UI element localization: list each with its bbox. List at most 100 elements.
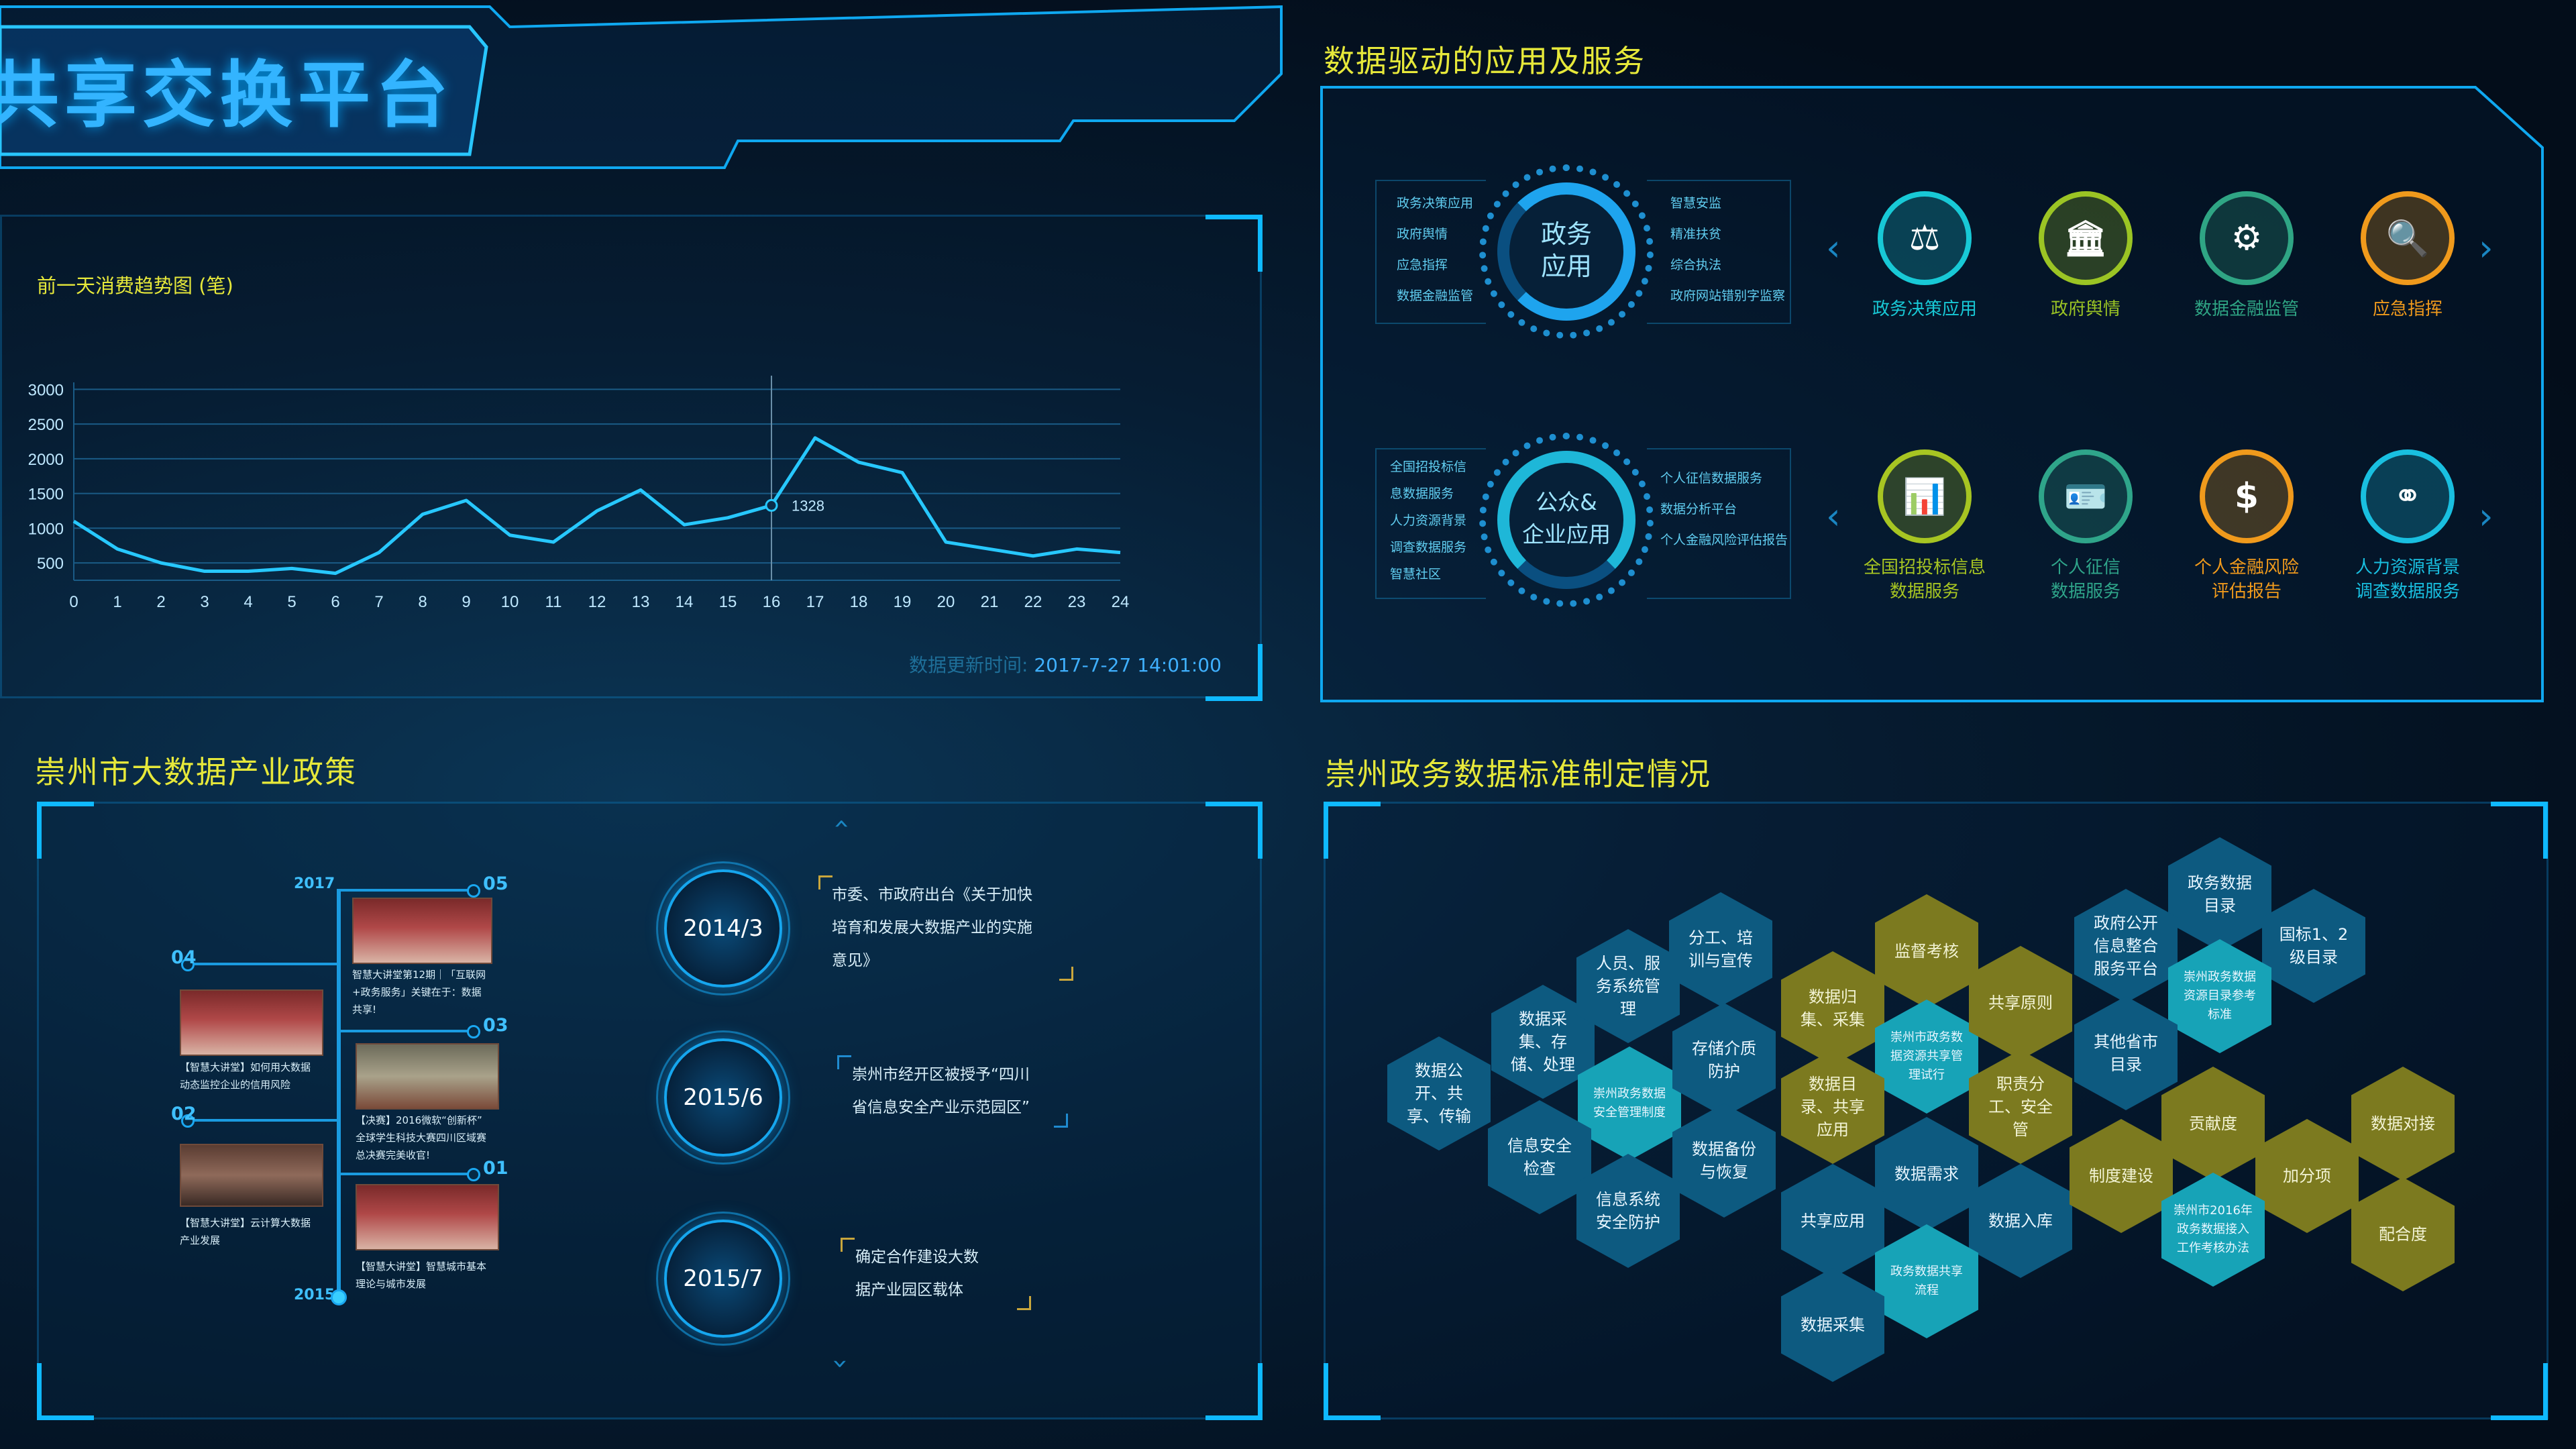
ring2-right-item[interactable]: 个人金融风险评估报告: [1660, 525, 1790, 555]
app-item[interactable]: ⚭ 人力资源背景 调查数据服务: [2330, 449, 2485, 604]
event-photo[interactable]: [352, 898, 492, 964]
ring2-right-item[interactable]: 数据分析平台: [1660, 494, 1790, 525]
hex-label: 数据归集、采集: [1801, 987, 1865, 1029]
app-item[interactable]: 🔍 应急指挥: [2330, 191, 2485, 321]
app-item[interactable]: ⚖ 政务决策应用: [1847, 191, 2002, 321]
hex-label: 数据目录、共享应用: [1801, 1075, 1865, 1139]
update-value: 2017-7-27 14:01:00: [1034, 654, 1222, 676]
bracket-decor: [818, 875, 833, 890]
app-item[interactable]: 🏛 政府舆情: [2008, 191, 2163, 321]
corner-decor: [2491, 1363, 2548, 1420]
date-circle[interactable]: 2015/6: [656, 1030, 790, 1165]
x-tick-label: 12: [588, 593, 606, 611]
hex-label: 职责分工、安全管: [1988, 1075, 2053, 1139]
ring2-right-item[interactable]: 个人征信数据服务: [1660, 463, 1790, 494]
timeline-number: 01: [483, 1158, 508, 1179]
hex-label: 人员、服务系统管理: [1596, 954, 1660, 1018]
ring2-right-list: 个人征信数据服务 数据分析平台 个人金融风险评估报告: [1647, 448, 1791, 599]
gavel-icon: ⚖: [1878, 191, 1972, 285]
caption-line: 【智慧大讲堂】如何用大数据: [180, 1061, 311, 1073]
bracket-decor: [1054, 1114, 1068, 1128]
event-photo[interactable]: [180, 1144, 323, 1207]
x-tick-label: 1: [113, 593, 121, 611]
x-tick-label: 0: [69, 593, 78, 611]
timeline-node: [331, 1289, 347, 1305]
ring2-left-item[interactable]: 调查数据服务: [1390, 534, 1486, 561]
timeline-number: 05: [483, 873, 508, 894]
scroll-up-icon[interactable]: ›: [825, 818, 856, 829]
app-item[interactable]: 🪪 个人征信 数据服务: [2008, 449, 2163, 604]
x-tick-label: 17: [806, 593, 824, 611]
timeline-branch: [337, 1030, 474, 1032]
policy-panel: [37, 802, 1262, 1419]
bracket-decor: [1017, 1296, 1031, 1310]
scroll-down-icon[interactable]: ›: [825, 1358, 856, 1369]
corner-decor: [1324, 1363, 1381, 1420]
event-line: 崇州市经开区被授予“四川: [852, 1066, 1030, 1083]
y-tick-label: 2500: [28, 416, 64, 434]
ring1-left-item[interactable]: 应急指挥: [1397, 250, 1486, 280]
prev-arrow-icon[interactable]: ‹: [1826, 227, 1841, 269]
event-photo[interactable]: [356, 1184, 499, 1250]
corner-decor: [1205, 802, 1263, 859]
coin-icon: $: [2200, 449, 2294, 543]
date-circle[interactable]: 2015/7: [656, 1212, 790, 1346]
ring2-left-item[interactable]: 息数据服务: [1390, 480, 1486, 507]
app-label-line: 调查数据服务: [2355, 582, 2460, 602]
x-tick-label: 22: [1024, 593, 1042, 611]
hex-label: 数据公开、共享、传输: [1407, 1061, 1471, 1126]
event-photo[interactable]: [180, 989, 323, 1056]
apps-panel-frame: [1320, 86, 2544, 702]
ring2-left-item[interactable]: 人力资源背景: [1390, 507, 1486, 534]
ring2-left-item[interactable]: 智慧社区: [1390, 561, 1486, 588]
ring1-left-item[interactable]: 政府舆情: [1397, 219, 1486, 250]
ring1-left-item[interactable]: 政务决策应用: [1397, 188, 1486, 219]
caption-line: 产业发展: [180, 1234, 221, 1246]
ring2-label-line: 公众&: [1536, 489, 1597, 515]
caption-line: 共享!: [352, 1004, 377, 1016]
ring1-right-item[interactable]: 智慧安监: [1670, 188, 1790, 219]
hex-label: 数据入库: [1988, 1212, 2053, 1230]
x-tick-label: 13: [632, 593, 650, 611]
event-line: 据产业园区载体: [855, 1281, 963, 1299]
ring2-left-item[interactable]: 全国招投标信: [1390, 453, 1486, 480]
y-tick-label: 2000: [28, 451, 64, 469]
prev-arrow-icon[interactable]: ‹: [1826, 495, 1841, 537]
corner-decor: [1205, 1363, 1263, 1420]
app-label-line: 个人金融风险: [2194, 557, 2299, 578]
date-circle[interactable]: 2014/3: [656, 861, 790, 996]
ring2-left-list: 全国招投标信 息数据服务 人力资源背景 调查数据服务 智慧社区: [1375, 448, 1486, 599]
hex-label: 共享应用: [1801, 1212, 1865, 1230]
bar-chart-icon: 📊: [1878, 449, 1972, 543]
hex-label: 政府公开信息整合服务平台: [2094, 914, 2158, 978]
app-label-line: 个人征信: [2050, 557, 2121, 578]
app-label: 数据金融监管: [2194, 299, 2299, 319]
y-tick-label: 3000: [28, 381, 64, 399]
event-photo[interactable]: [356, 1043, 499, 1110]
app-label: 政府舆情: [2050, 299, 2121, 319]
x-tick-label: 3: [200, 593, 209, 611]
timeline-node: [467, 1025, 480, 1038]
standards-section-title: 崇州政务数据标准制定情况: [1325, 756, 1711, 792]
caption-line: +政务服务」关键在于：数据: [352, 986, 482, 998]
event-line: 市委、市政府出台《关于加快: [832, 886, 1032, 904]
ring1-label[interactable]: 政务 应用: [1503, 218, 1630, 282]
hex-label: 贡献度: [2189, 1114, 2237, 1133]
event-caption: 【智慧大讲堂】如何用大数据 动态监控企业的信用风险: [180, 1059, 311, 1093]
ring1-left-item[interactable]: 数据金融监管: [1397, 280, 1486, 311]
ring1-label-line: 应用: [1540, 252, 1592, 281]
ring2-label[interactable]: 公众& 企业应用: [1503, 486, 1630, 551]
ring1-right-item[interactable]: 政府网站错别字监察: [1670, 280, 1790, 311]
app-item[interactable]: ⚙ 数据金融监管: [2169, 191, 2324, 321]
ring1-right-item[interactable]: 精准扶贫: [1670, 219, 1790, 250]
caption-line: 动态监控企业的信用风险: [180, 1079, 291, 1091]
hex-label: 崇州市政务数据资源共享管理试行: [1890, 1030, 1963, 1082]
timeline-number: 04: [171, 947, 197, 968]
hex-label: 分工、培训与宣传: [1688, 928, 1753, 970]
app-item[interactable]: $ 个人金融风险 评估报告: [2169, 449, 2324, 604]
app-item[interactable]: 📊 全国招投标信息 数据服务: [1847, 449, 2002, 604]
event-caption: 【智慧大讲堂】智慧城市基本 理论与城市发展: [356, 1258, 486, 1293]
hex-label: 数据对接: [2371, 1114, 2435, 1133]
app-label: 全国招投标信息 数据服务: [1847, 555, 2002, 604]
ring1-right-item[interactable]: 综合执法: [1670, 250, 1790, 280]
